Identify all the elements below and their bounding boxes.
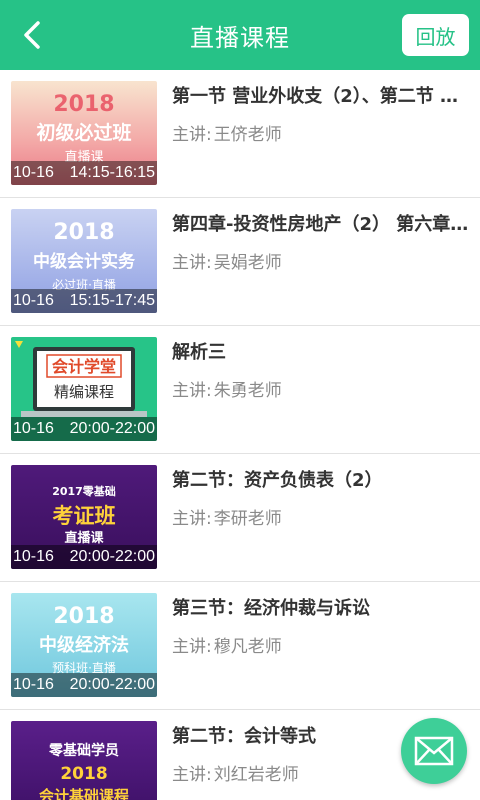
mail-icon	[414, 736, 454, 766]
teacher-name: 刘红岩老师	[213, 765, 299, 785]
teacher-prefix: 主讲:	[172, 253, 212, 273]
thumb-line1: 中级经济法	[39, 634, 129, 656]
thumb-line1: 会计学堂	[52, 357, 116, 376]
time-caption: 10-16 20:00-22:00	[11, 417, 157, 441]
thumb-year: 2018	[53, 92, 114, 117]
course-item[interactable]: 2017零基础 考证班 直播课 10-16 20:00-22:00 第二节：资产…	[0, 454, 480, 582]
course-thumbnail: 2017零基础 考证班 直播课 10-16 20:00-22:00	[11, 465, 157, 569]
app-header: 直播课程 回放	[0, 0, 480, 70]
course-thumbnail: 会计学堂 精编课程 10-16 20:00-22:00	[11, 337, 157, 441]
course-thumbnail: 2018 中级经济法 预科班·直播 10-16 20:00-22:00	[11, 593, 157, 697]
thumb-line1: 初级必过班	[36, 121, 131, 144]
page-title: 直播课程	[190, 23, 290, 52]
teacher-prefix: 主讲:	[172, 125, 212, 145]
course-time: 20:00-22:00	[69, 548, 155, 565]
teacher-name: 王侪老师	[213, 125, 282, 145]
thumb-year: 2018	[53, 604, 114, 629]
course-item[interactable]: 会计学堂 精编课程 10-16 20:00-22:00 解析三 主讲: 朱勇老师	[0, 326, 480, 454]
time-caption: 10-16 20:00-22:00	[11, 673, 157, 697]
course-thumbnail: 2018 初级必过班 直播课 10-16 14:15-16:15	[11, 81, 157, 185]
course-teacher: 主讲: 李研老师	[172, 504, 282, 529]
thumb-line1: 2018	[60, 764, 107, 784]
time-caption: 10-16 20:00-22:00	[11, 545, 157, 569]
course-item[interactable]: 2018 中级经济法 预科班·直播 10-16 20:00-22:00 第三节：…	[0, 582, 480, 710]
course-item[interactable]: 2018 初级必过班 直播课 10-16 14:15-16:15 第一节 营业外…	[0, 70, 480, 198]
thumb-line1: 考证班	[53, 504, 116, 528]
course-teacher: 主讲: 朱勇老师	[172, 376, 282, 401]
course-time: 20:00-22:00	[69, 420, 155, 437]
thumb-line2: 精编课程	[54, 383, 114, 401]
course-title: 解析三	[172, 342, 226, 363]
course-teacher: 主讲: 刘红岩老师	[172, 760, 299, 785]
teacher-prefix: 主讲:	[172, 381, 212, 401]
course-thumbnail: 零基础学员 2018 会计基础课程	[11, 721, 157, 800]
teacher-name: 穆凡老师	[213, 637, 282, 657]
time-caption: 10-16 15:15-17:45	[11, 289, 157, 313]
course-list: 2018 初级必过班 直播课 10-16 14:15-16:15 第一节 营业外…	[0, 70, 480, 800]
course-time: 14:15-16:15	[69, 164, 155, 181]
course-item[interactable]: 2018 中级会计实务 必过班·直播 10-16 15:15-17:45 第四章…	[0, 198, 480, 326]
teacher-prefix: 主讲:	[172, 637, 212, 657]
chevron-left-icon	[24, 21, 40, 49]
course-teacher: 主讲: 穆凡老师	[172, 632, 282, 657]
teacher-prefix: 主讲:	[172, 765, 212, 785]
thumb-year: 零基础学员	[48, 742, 119, 759]
replay-button[interactable]: 回放	[402, 14, 469, 56]
teacher-name: 朱勇老师	[213, 381, 282, 401]
thumb-line2: 直播课	[64, 530, 104, 546]
course-date: 10-16	[13, 676, 54, 693]
back-button[interactable]	[14, 17, 50, 53]
teacher-name: 李研老师	[213, 509, 282, 529]
course-date: 10-16	[13, 420, 54, 437]
course-title: 第三节：经济仲裁与诉讼	[172, 598, 370, 619]
course-time: 20:00-22:00	[69, 676, 155, 693]
course-title: 第四章-投资性房地产（2） 第六章…	[172, 214, 469, 235]
course-title: 第一节 营业外收支（2）、第二节 …	[172, 86, 459, 107]
teacher-prefix: 主讲:	[172, 509, 212, 529]
thumb-line1: 中级会计实务	[33, 251, 136, 272]
course-title: 第二节：资产负债表（2）	[172, 470, 383, 491]
message-fab-button[interactable]	[401, 718, 467, 784]
teacher-name: 吴娟老师	[213, 253, 282, 273]
thumb-year: 2018	[53, 220, 114, 245]
course-thumbnail: 2018 中级会计实务 必过班·直播 10-16 15:15-17:45	[11, 209, 157, 313]
course-teacher: 主讲: 吴娟老师	[172, 248, 282, 273]
course-date: 10-16	[13, 548, 54, 565]
course-date: 10-16	[13, 292, 54, 309]
course-time: 15:15-17:45	[69, 292, 155, 309]
time-caption: 10-16 14:15-16:15	[11, 161, 157, 185]
thumb-year: 2017零基础	[52, 484, 116, 498]
course-date: 10-16	[13, 164, 54, 181]
course-teacher: 主讲: 王侪老师	[172, 120, 282, 145]
thumb-line2: 会计基础课程	[39, 787, 129, 800]
